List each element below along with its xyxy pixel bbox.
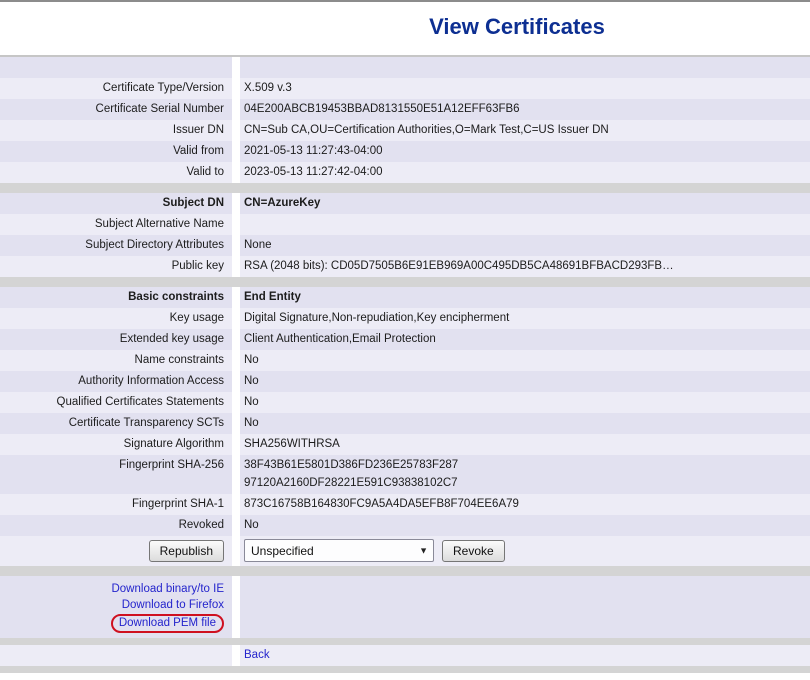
revoke-button[interactable]: Revoke [442, 540, 505, 562]
back-row-empty-cell [0, 645, 240, 666]
row-label: Basic constraints [0, 287, 240, 308]
annotation-ellipse: Download PEM file [111, 614, 224, 633]
row-value: RSA (2048 bits): CD05D7505B6E91EB969A00C… [240, 256, 810, 277]
row-label: Certificate Type/Version [0, 78, 240, 99]
table-row: Extended key usage Client Authentication… [0, 329, 810, 350]
row-value: No [240, 350, 810, 371]
table-row: Signature Algorithm SHA256WITHRSA [0, 434, 810, 455]
row-value: 2021-05-13 11:27:43-04:00 [240, 141, 810, 162]
table-row: Subject Alternative Name [0, 214, 810, 235]
row-value: No [240, 371, 810, 392]
row-value: 38F43B61E5801D386FD236E25783F287 97120A2… [240, 455, 810, 494]
table-row-section-header: Subject DN CN=AzureKey [0, 193, 810, 214]
row-value: Digital Signature,Non-repudiation,Key en… [240, 308, 810, 329]
section-separator [0, 638, 810, 645]
revocation-reason-select-wrap: Unspecified ▼ [244, 539, 434, 563]
table-row: Issuer DN CN=Sub CA,OU=Certification Aut… [0, 120, 810, 141]
row-label: Authority Information Access [0, 371, 240, 392]
table-row: Certificate Transparency SCTs No [0, 413, 810, 434]
back-row: Back [0, 645, 810, 666]
table-row-section-header: Basic constraints End Entity [0, 287, 810, 308]
row-label: Signature Algorithm [0, 434, 240, 455]
row-value: End Entity [240, 287, 810, 308]
table-row: Fingerprint SHA-256 38F43B61E5801D386FD2… [0, 455, 810, 494]
row-label: Public key [0, 256, 240, 277]
row-label: Fingerprint SHA-1 [0, 494, 240, 515]
table-row: Public key RSA (2048 bits): CD05D7505B6E… [0, 256, 810, 277]
table-row: Authority Information Access No [0, 371, 810, 392]
download-binary-ie-link[interactable]: Download binary/to IE [111, 581, 224, 597]
table-row: Revoked No [0, 515, 810, 536]
certificate-table: Certificate Type/Version X.509 v.3 Certi… [0, 57, 810, 673]
table-row: Subject Directory Attributes None [0, 235, 810, 256]
row-label: Subject Alternative Name [0, 214, 240, 235]
row-label: Subject DN [0, 193, 240, 214]
row-value: SHA256WITHRSA [240, 434, 810, 455]
section-separator [0, 666, 810, 673]
action-row: Republish Unspecified ▼ Revoke [0, 536, 810, 566]
table-row: Certificate Serial Number 04E200ABCB1945… [0, 99, 810, 120]
back-link[interactable]: Back [244, 649, 270, 661]
table-row: Qualified Certificates Statements No [0, 392, 810, 413]
row-label [0, 57, 240, 78]
row-label: Subject Directory Attributes [0, 235, 240, 256]
row-label: Valid from [0, 141, 240, 162]
section-separator [0, 277, 810, 287]
row-value: No [240, 515, 810, 536]
row-value [240, 214, 810, 235]
download-firefox-link[interactable]: Download to Firefox [122, 597, 224, 613]
row-value [240, 57, 810, 78]
row-label: Name constraints [0, 350, 240, 371]
table-row: Fingerprint SHA-1 873C16758B164830FC9A5A… [0, 494, 810, 515]
table-row: Certificate Type/Version X.509 v.3 [0, 78, 810, 99]
revocation-reason-select[interactable]: Unspecified [244, 539, 434, 562]
republish-button[interactable]: Republish [149, 540, 224, 562]
row-value: CN=Sub CA,OU=Certification Authorities,O… [240, 120, 810, 141]
section-separator [0, 183, 810, 193]
row-label: Certificate Transparency SCTs [0, 413, 240, 434]
table-row: Valid from 2021-05-13 11:27:43-04:00 [0, 141, 810, 162]
row-value: X.509 v.3 [240, 78, 810, 99]
row-value: No [240, 392, 810, 413]
row-value: Client Authentication,Email Protection [240, 329, 810, 350]
downloads-row-empty-cell [240, 576, 810, 638]
row-label: Revoked [0, 515, 240, 536]
title-bar: View Certificates [0, 2, 810, 55]
row-value: No [240, 413, 810, 434]
row-label: Qualified Certificates Statements [0, 392, 240, 413]
row-label: Issuer DN [0, 120, 240, 141]
row-value: 04E200ABCB19453BBAD8131550E51A12EFF63FB6 [240, 99, 810, 120]
table-row: Key usage Digital Signature,Non-repudiat… [0, 308, 810, 329]
row-label: Valid to [0, 162, 240, 183]
page-title: View Certificates [429, 14, 605, 40]
row-value: 873C16758B164830FC9A5A4DA5EFB8F704EE6A79 [240, 494, 810, 515]
row-label: Key usage [0, 308, 240, 329]
section-separator [0, 566, 810, 576]
download-pem-link[interactable]: Download PEM file [119, 617, 216, 629]
row-value: CN=AzureKey [240, 193, 810, 214]
downloads-row: Download binary/to IE Download to Firefo… [0, 576, 810, 638]
table-row: Name constraints No [0, 350, 810, 371]
row-value: 2023-05-13 11:27:42-04:00 [240, 162, 810, 183]
row-value: None [240, 235, 810, 256]
table-row-spacer [0, 57, 810, 78]
row-label: Fingerprint SHA-256 [0, 455, 240, 494]
row-label: Extended key usage [0, 329, 240, 350]
row-label: Certificate Serial Number [0, 99, 240, 120]
table-row: Valid to 2023-05-13 11:27:42-04:00 [0, 162, 810, 183]
